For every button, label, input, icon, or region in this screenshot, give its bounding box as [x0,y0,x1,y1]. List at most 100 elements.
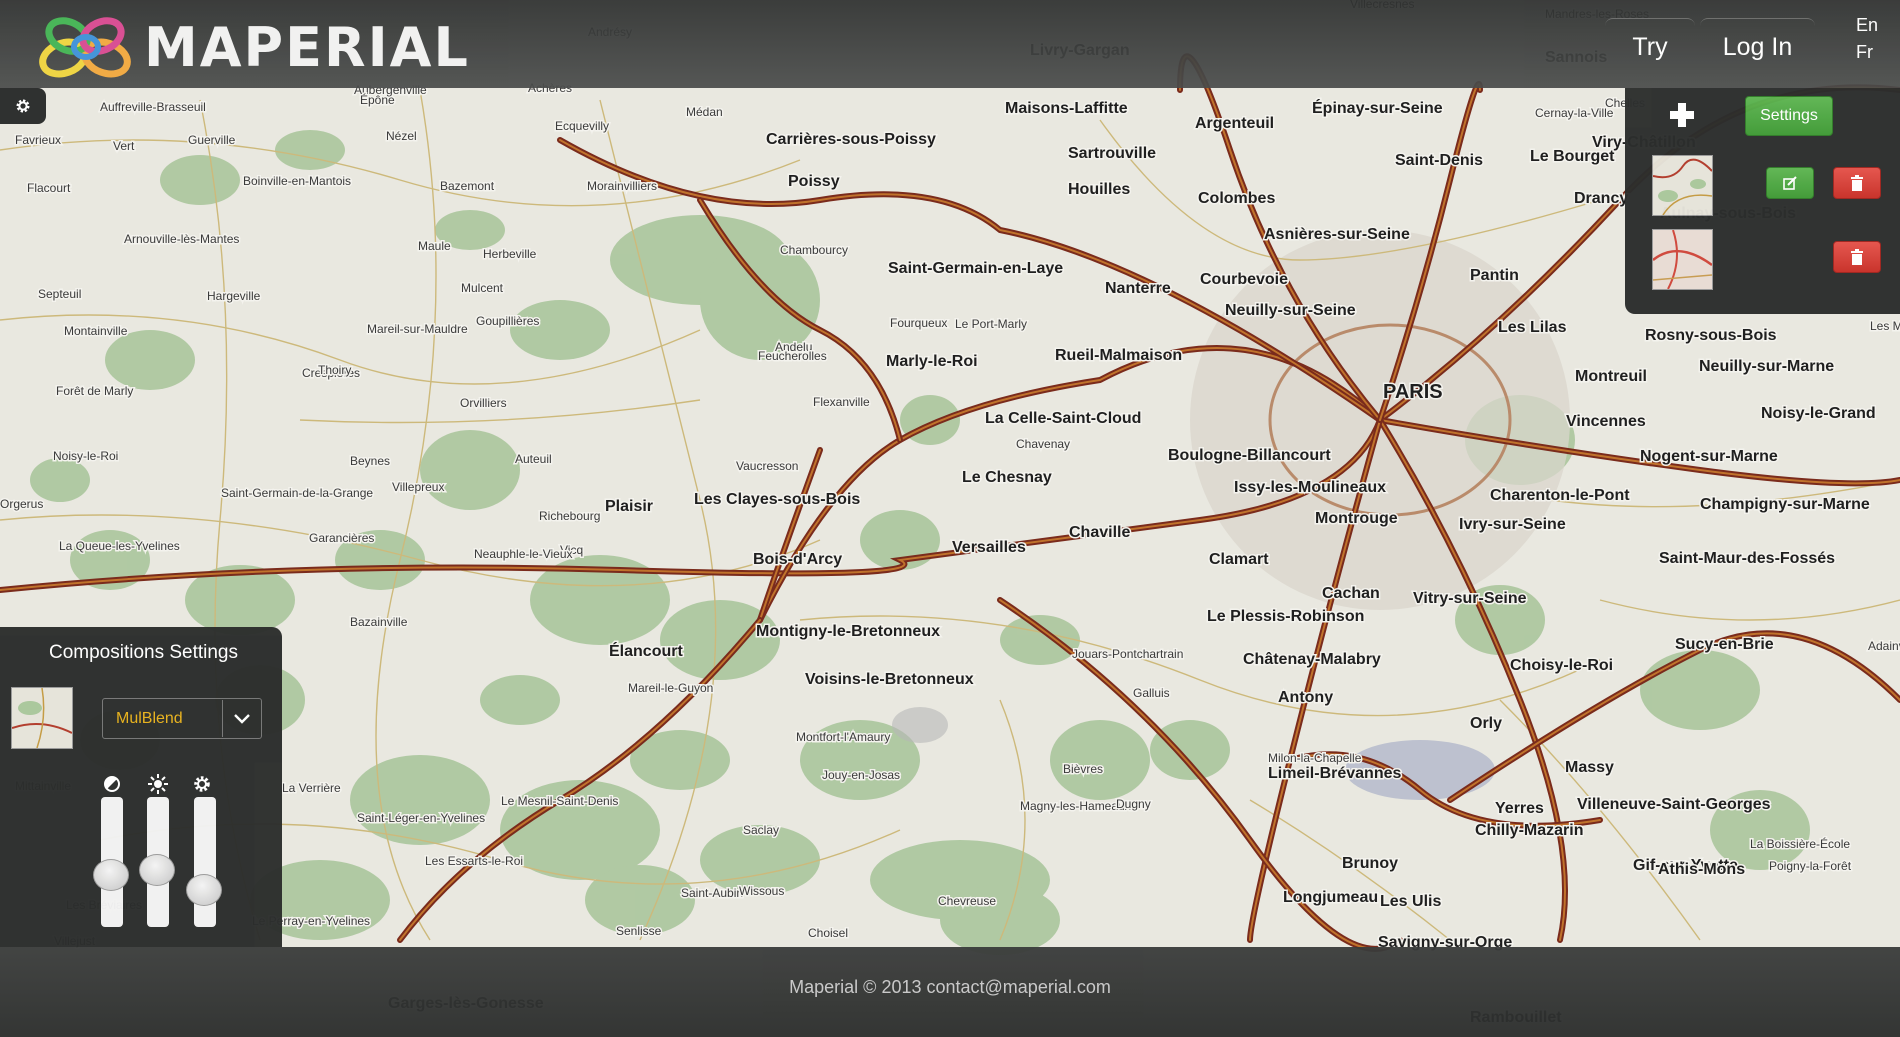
map-surface[interactable]: Maisons-Laffitte Argenteuil Épinay-sur-Sei… [0,0,1900,1037]
place-label-major: Choisy-le-Roi [1510,657,1613,674]
place-label-major: Asnières-sur-Seine [1264,226,1410,243]
place-label-minor: Senlisse [616,924,662,938]
place-label-minor: Mareil-sur-Mauldre [367,322,468,336]
place-label-minor: Galluis [1133,686,1170,700]
place-label-minor: Mulcent [461,281,504,295]
place-label-minor: Médan [686,105,723,119]
edit-layer-button[interactable] [1766,167,1814,199]
place-label-major: Poissy [788,173,840,190]
place-label-minor: Guerville [188,133,236,147]
delete-layer-button[interactable] [1833,167,1881,199]
edit-icon [1783,176,1797,190]
blend-mode-select[interactable]: MulBlend [102,698,262,739]
forest-area [105,330,195,390]
delete-layer-button[interactable] [1833,241,1881,273]
place-label-major: Maisons-Laffitte [1005,100,1128,117]
top-navigation-bar: MAPERIAL Try Log In En Fr [0,0,1900,88]
forest-area [275,130,345,170]
map-canvas[interactable]: Maisons-Laffitte Argenteuil Épinay-sur-Sei… [0,0,1900,1037]
layer-thumbnail[interactable] [1652,229,1713,290]
place-label-major: Brunoy [1342,855,1398,872]
settings-button[interactable]: Settings [1745,96,1833,136]
place-label-minor: Forêt de Marly [56,384,133,398]
gear-icon [192,774,212,794]
place-label-minor: Feucherolles [758,349,827,363]
plus-icon [1670,103,1694,127]
composition-thumbnail[interactable] [11,687,73,749]
place-label-minor: Noisy-le-Roi [53,449,118,463]
saturation-slider[interactable] [186,797,222,927]
place-label-major: La Celle-Saint-Cloud [985,410,1141,427]
place-label-minor: Flexanville [813,395,870,409]
chevron-down-icon [222,700,261,737]
place-label-minor: Garancières [309,531,374,545]
footer: Maperial © 2013 contact@maperial.com [0,947,1900,1037]
place-label-major: Montigny-le-Bretonneux [756,623,940,640]
place-label-major: Montrouge [1315,510,1398,527]
forest-area [510,300,610,360]
place-label-major: Colombes [1198,190,1275,207]
place-label-minor: Bièvres [1063,762,1103,776]
place-label-major: Chilly-Mazarin [1475,822,1583,839]
place-label-major: Élancourt [609,641,683,660]
slider-handle[interactable] [139,854,175,886]
place-label-minor: Jouy-en-Josas [822,768,900,782]
place-label-major: Neuilly-sur-Marne [1699,358,1834,375]
place-label-minor: Arnouville-lès-Mantes [124,232,239,246]
place-label-major: Nogent-sur-Marne [1640,448,1778,465]
trash-icon [1851,249,1863,265]
place-label-minor: Saint-Léger-en-Yvelines [357,811,485,825]
place-label-major: Montreuil [1575,368,1647,385]
place-label-minor: Chambourcy [780,243,848,257]
layer-thumbnail[interactable] [1652,155,1713,216]
place-label-major: Chaville [1069,524,1130,541]
map-settings-button[interactable] [0,88,46,124]
place-label-major: Boulogne-Billancourt [1168,447,1331,464]
place-label-minor: Ecquevilly [555,119,609,133]
airport-area [892,707,948,743]
place-label-minor: Montainville [64,324,128,338]
place-label-major: Versailles [952,539,1026,556]
place-label-minor: Goupillières [476,314,539,328]
contrast-slider[interactable] [93,797,129,927]
place-label-major: Vitry-sur-Seine [1413,590,1527,607]
place-label-minor: Thoiry [318,363,351,377]
place-label-major: Voisins-le-Bretonneux [805,671,974,688]
place-label-minor: Fourqueux [890,316,947,330]
trash-icon [1851,175,1863,191]
place-label-minor: Chevreuse [938,894,996,908]
login-button[interactable]: Log In [1700,18,1815,75]
slider-handle[interactable] [93,859,129,891]
place-label-minor: Cernay-la-Ville [1535,106,1614,120]
place-label-minor: Le Port-Marly [955,317,1027,331]
language-fr[interactable]: Fr [1856,42,1873,63]
maperial-logo[interactable]: MAPERIAL [36,14,470,80]
place-label-major: Rueil-Malmaison [1055,347,1182,364]
place-label-minor: Les Essarts-le-Roi [425,854,523,868]
add-layer-button[interactable] [1665,98,1699,132]
forest-area [1150,720,1230,780]
place-label-minor: Hargeville [207,289,261,303]
place-label-minor: Les Molières [1870,319,1900,333]
place-label-major: Le Chesnay [962,469,1052,486]
brightness-slider[interactable] [139,797,175,927]
place-label-minor: Villepreux [392,480,444,494]
try-button[interactable]: Try [1605,18,1695,75]
place-label-major: Rosny-sous-Bois [1645,327,1777,344]
slider-handle[interactable] [186,874,222,906]
place-label-major: Yerres [1495,800,1544,817]
place-label-minor: Orgerus [0,497,43,511]
forest-area [160,155,240,205]
place-label-major: Saint-Germain-en-Laye [888,260,1063,277]
place-label-minor: Auteuil [515,452,552,466]
place-label-major: Noisy-le-Grand [1761,405,1876,422]
place-label-major: Clamart [1209,551,1269,568]
place-label-major: Ivry-sur-Seine [1459,516,1566,533]
language-en[interactable]: En [1856,15,1878,36]
place-label-minor: La Queue-les-Yvelines [59,539,180,553]
place-label-minor: Orvilliers [460,396,507,410]
place-label-major: Sartrouville [1068,145,1156,162]
place-label-minor: Bazainville [350,615,408,629]
gear-icon [16,99,30,113]
place-label-major: Orly [1470,715,1502,732]
